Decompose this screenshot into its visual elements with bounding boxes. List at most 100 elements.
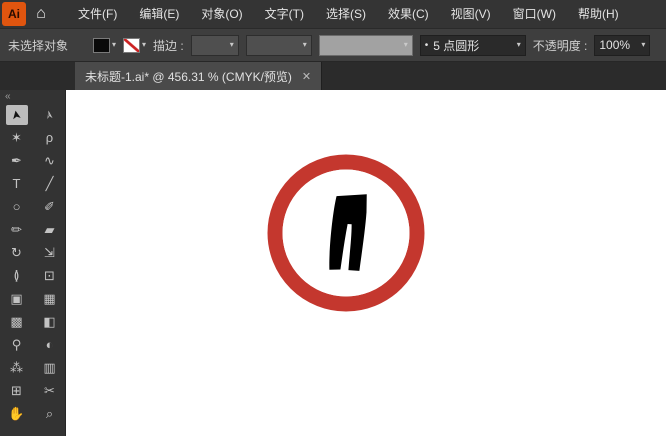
pen-icon: ✒	[11, 152, 22, 168]
menu-object[interactable]: 对象(O)	[190, 0, 253, 28]
home-icon[interactable]: ⌂	[27, 0, 55, 28]
menu-edit[interactable]: 编辑(E)	[128, 0, 190, 28]
main-area: « ➤ ➢ ✶ ρ ✒ ∿ T ╱ ○ ✐ ✏ ▰ ↻ ⇲ ≬ ⊡ ▣ ▦ ▩ …	[0, 90, 666, 436]
canvas-area[interactable]	[66, 90, 666, 436]
scale-tool[interactable]: ⇲	[33, 241, 66, 264]
menu-type[interactable]: 文字(T)	[254, 0, 315, 28]
document-tab-bar: 未标题-1.ai* @ 456.31 % (CMYK/预览) ✕	[0, 62, 666, 90]
scale-icon: ⇲	[44, 244, 55, 260]
tools-panel: « ➤ ➢ ✶ ρ ✒ ∿ T ╱ ○ ✐ ✏ ▰ ↻ ⇲ ≬ ⊡ ▣ ▦ ▩ …	[0, 90, 66, 436]
free-transform-icon: ⊡	[44, 267, 55, 283]
artwork-svg	[267, 154, 425, 312]
collapse-panel-icon[interactable]: «	[0, 90, 65, 103]
rotate-icon: ↻	[11, 244, 22, 260]
tools-grid: ➤ ➢ ✶ ρ ✒ ∿ T ╱ ○ ✐ ✏ ▰ ↻ ⇲ ≬ ⊡ ▣ ▦ ▩ ◧ …	[0, 103, 65, 425]
artboard-tool[interactable]: ⊞	[0, 379, 33, 402]
hand-tool[interactable]: ✋	[0, 402, 33, 425]
stroke-none-swatch	[123, 37, 141, 53]
eyedropper-tool[interactable]: ⚲	[0, 333, 33, 356]
chevron-down-icon: ▾	[229, 40, 234, 49]
opacity-label: 不透明度 :	[532, 38, 588, 53]
artboard-icon: ⊞	[11, 382, 22, 398]
document-tab[interactable]: 未标题-1.ai* @ 456.31 % (CMYK/预览) ✕	[75, 62, 323, 90]
menu-view[interactable]: 视图(V)	[440, 0, 502, 28]
chevron-down-icon: ▾	[516, 40, 521, 49]
curvature-icon: ∿	[44, 152, 55, 168]
selection-tool-icon: ➤	[5, 104, 28, 125]
pencil-tool[interactable]: ✏	[0, 218, 33, 241]
artwork-prohibition-sign[interactable]	[266, 153, 426, 313]
curvature-tool[interactable]: ∿	[33, 149, 66, 172]
pen-tool[interactable]: ✒	[0, 149, 33, 172]
zoom-tool[interactable]: ⌕	[33, 402, 66, 425]
ring-inner-fill	[282, 169, 410, 297]
menu-select[interactable]: 选择(S)	[315, 0, 377, 28]
style-dropdown[interactable]: ▾	[318, 34, 413, 56]
slice-icon: ✂	[44, 382, 55, 398]
shape-builder-icon: ▣	[10, 290, 23, 306]
line-segment-tool[interactable]: ╱	[33, 172, 66, 195]
shape-builder-tool[interactable]: ▣	[0, 287, 33, 310]
width-tool[interactable]: ≬	[0, 264, 33, 287]
paintbrush-icon: ✐	[44, 198, 55, 214]
menu-items: 文件(F) 编辑(E) 对象(O) 文字(T) 选择(S) 效果(C) 视图(V…	[67, 0, 630, 28]
lasso-icon: ρ	[45, 130, 54, 145]
chevron-down-icon: ▾	[112, 40, 117, 49]
hand-icon: ✋	[8, 405, 25, 421]
menu-file[interactable]: 文件(F)	[67, 0, 128, 28]
column-graph-icon: ▥	[43, 359, 56, 375]
blend-tool[interactable]: ◐	[33, 333, 66, 356]
rotate-tool[interactable]: ↻	[0, 241, 33, 264]
magic-wand-icon: ✶	[11, 129, 22, 145]
fill-color-swatch	[93, 37, 110, 53]
mesh-icon: ▩	[10, 313, 23, 329]
opacity-dropdown[interactable]: 100% ▾	[594, 34, 651, 56]
perspective-grid-tool[interactable]: ▦	[33, 287, 66, 310]
magic-wand-tool[interactable]: ✶	[0, 126, 33, 149]
free-transform-tool[interactable]: ⊡	[33, 264, 66, 287]
symbol-sprayer-tool[interactable]: ⁂	[0, 356, 33, 379]
brush-dot-icon: •	[424, 39, 429, 51]
selection-tool[interactable]: ➤	[0, 103, 33, 126]
menu-bar: Ai ⌂ 文件(F) 编辑(E) 对象(O) 文字(T) 选择(S) 效果(C)…	[0, 0, 666, 28]
perspective-grid-icon: ▦	[43, 290, 56, 306]
chevron-down-icon: ▾	[641, 40, 646, 49]
zoom-icon: ⌕	[45, 405, 54, 421]
line-segment-icon: ╱	[45, 175, 54, 191]
blend-icon: ◐	[45, 337, 54, 352]
ellipse-tool[interactable]: ○	[0, 195, 33, 218]
direct-selection-tool[interactable]: ➢	[33, 103, 66, 126]
close-icon[interactable]: ✕	[302, 70, 311, 83]
mesh-tool[interactable]: ▩	[0, 310, 33, 333]
eraser-icon: ▰	[44, 221, 55, 237]
paintbrush-tool[interactable]: ✐	[33, 195, 66, 218]
chevron-down-icon: ▾	[142, 40, 147, 49]
direct-selection-tool-icon: ➢	[41, 108, 58, 121]
control-bar: 未选择对象 ▾ ▾ 描边 : ▾ ▾ ▾ • 5 点圆形 ▾ 不透明度 : 10…	[0, 28, 666, 62]
pencil-icon: ✏	[11, 221, 22, 237]
gradient-icon: ◧	[43, 313, 56, 329]
menu-window[interactable]: 窗口(W)	[502, 0, 567, 28]
gradient-tool[interactable]: ◧	[33, 310, 66, 333]
stroke-weight-label: 描边 :	[153, 38, 184, 53]
lasso-tool[interactable]: ρ	[33, 126, 66, 149]
brush-definition-value: 5 点圆形	[433, 38, 480, 53]
selection-status: 未选择对象	[8, 38, 69, 53]
brush-definition-dropdown[interactable]: • 5 点圆形 ▾	[419, 34, 526, 56]
opacity-value: 100%	[599, 38, 631, 52]
stroke-color-dropdown[interactable]: ▾	[123, 37, 147, 53]
menu-help[interactable]: 帮助(H)	[567, 0, 630, 28]
type-tool[interactable]: T	[0, 172, 33, 195]
slice-tool[interactable]: ✂	[33, 379, 66, 402]
stroke-weight-dropdown[interactable]: ▾	[190, 34, 239, 56]
width-icon: ≬	[13, 267, 20, 283]
document-tab-title: 未标题-1.ai* @ 456.31 % (CMYK/预览)	[85, 69, 292, 84]
menu-effect[interactable]: 效果(C)	[377, 0, 440, 28]
fill-color-dropdown[interactable]: ▾	[93, 37, 117, 53]
chevron-down-icon: ▾	[403, 40, 408, 49]
eraser-tool[interactable]: ▰	[33, 218, 66, 241]
width-profile-dropdown[interactable]: ▾	[245, 34, 312, 56]
illustrator-logo-icon: Ai	[2, 2, 26, 26]
column-graph-tool[interactable]: ▥	[33, 356, 66, 379]
symbol-sprayer-icon: ⁂	[10, 359, 23, 375]
